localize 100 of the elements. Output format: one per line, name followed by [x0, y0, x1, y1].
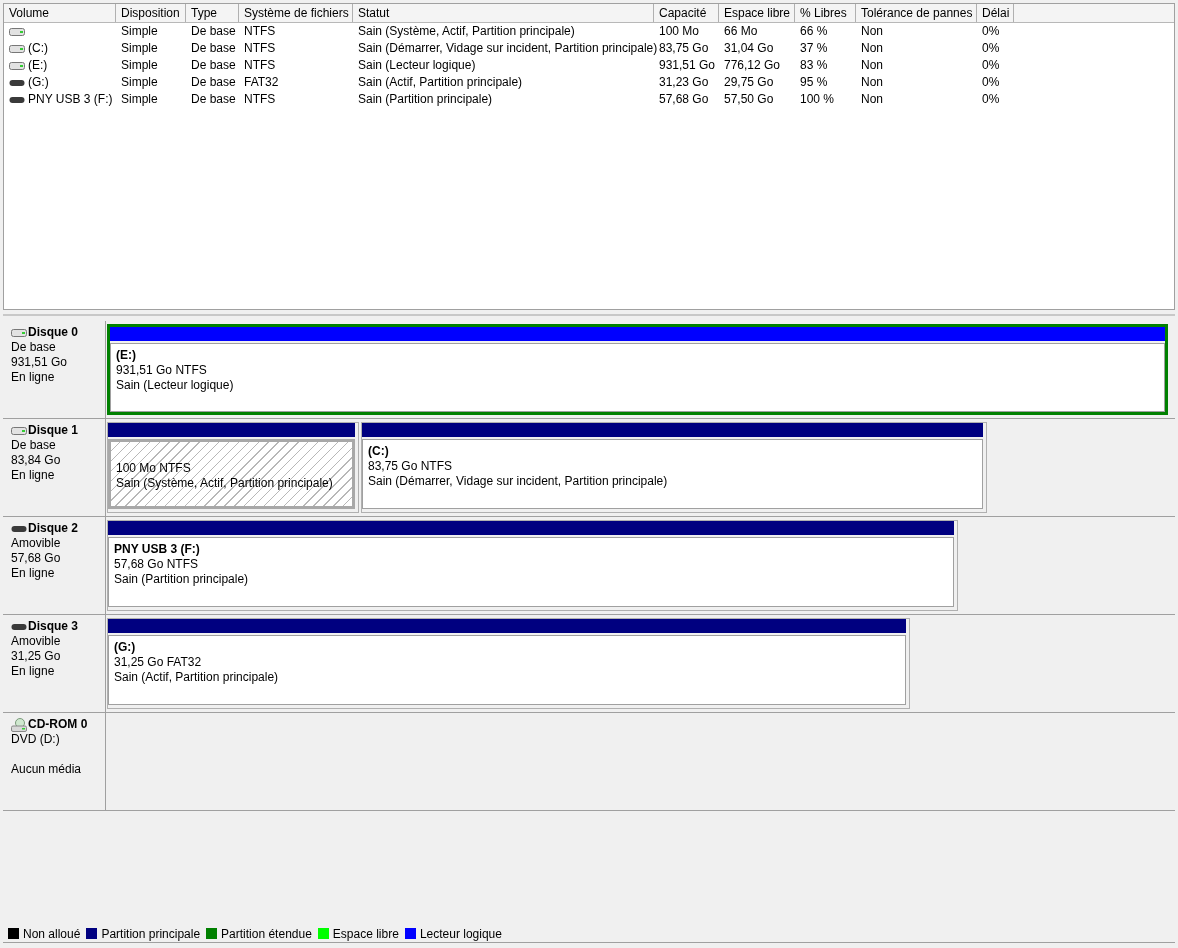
table-cell: 66 Mo: [724, 23, 758, 40]
disk-info: 57,68 Go: [11, 551, 62, 566]
partition-size: 31,25 Go FAT32: [114, 655, 203, 670]
table-cell: 29,75 Go: [724, 74, 774, 91]
table-cell: Non: [861, 57, 883, 74]
table-cell: 0%: [982, 23, 1000, 40]
legend-label: Espace libre: [332, 925, 399, 943]
table-cell: De base: [191, 57, 236, 74]
partition-status: Sain (Démarrer, Vidage sur incident, Partition principale): [368, 474, 669, 489]
column-header[interactable]: Disposition: [116, 4, 186, 22]
table-cell: De base: [191, 40, 236, 57]
table-cell: 95 %: [800, 74, 828, 91]
partition-size: 100 Mo NTFS: [116, 461, 192, 476]
hard-drive-icon: [9, 44, 25, 53]
legend-label: Lecteur logique: [419, 925, 502, 943]
table-cell: 66 %: [800, 23, 828, 40]
partition-size: 57,68 Go NTFS: [114, 557, 200, 572]
partition-block[interactable]: PNY USB 3 (F:) 57,68 Go NTFS Sain (Partition principale): [107, 520, 958, 611]
table-cell: De base: [191, 74, 236, 91]
table-cell: (C:): [28, 40, 48, 57]
table-cell: Sain (Partition principale): [358, 91, 493, 108]
hard-drive-icon: [11, 426, 27, 435]
disk-info: Amovible: [11, 536, 62, 551]
removable-drive-icon: [11, 524, 27, 533]
column-header[interactable]: Volume: [4, 4, 116, 22]
partition-block[interactable]: 100 Mo NTFS Sain (Système, Actif, Partition principale): [107, 422, 359, 513]
partition-size: 83,75 Go NTFS: [368, 459, 454, 474]
partition-status: Sain (Actif, Partition principale): [114, 670, 280, 685]
table-cell: 31,04 Go: [724, 40, 774, 57]
column-header[interactable]: % Libres: [795, 4, 856, 22]
hard-drive-icon: [11, 328, 27, 337]
hard-drive-icon: [9, 27, 25, 36]
removable-drive-icon: [9, 78, 25, 87]
disk-name: Disque 2: [28, 521, 78, 536]
partition-status: Sain (Système, Actif, Partition principale): [116, 476, 334, 491]
partition-size: 931,51 Go NTFS: [116, 363, 208, 378]
table-cell: 31,23 Go: [659, 74, 709, 91]
table-cell: Sain (Système, Actif, Partition principale): [358, 23, 575, 40]
partition-block[interactable]: (C:) 83,75 Go NTFS Sain (Démarrer, Vidage sur incident, Partition principale): [361, 422, 987, 513]
table-cell: 57,68 Go: [659, 91, 709, 108]
table-cell: 100 %: [800, 91, 835, 108]
partition-block[interactable]: (E:) 931,51 Go NTFS Sain (Lecteur logique): [107, 324, 1168, 415]
table-cell: NTFS: [244, 40, 276, 57]
hard-drive-icon: [9, 61, 25, 70]
disk-name: Disque 3: [28, 619, 78, 634]
table-cell: Simple: [121, 91, 158, 108]
table-cell: FAT32: [244, 74, 279, 91]
table-cell: Non: [861, 74, 883, 91]
table-cell: Simple: [121, 57, 158, 74]
legend-label: Non alloué: [23, 925, 81, 943]
disk-info: DVD (D:): [11, 732, 61, 747]
disk-info: 31,25 Go: [11, 649, 62, 664]
table-cell: Sain (Démarrer, Vidage sur incident, Partition principale): [358, 40, 658, 57]
table-cell: 37 %: [800, 40, 828, 57]
disk-info: En ligne: [11, 468, 56, 483]
table-cell: De base: [191, 23, 236, 40]
disk-info: Amovible: [11, 634, 62, 649]
column-header[interactable]: Capacité: [654, 4, 719, 22]
table-cell: Non: [861, 40, 883, 57]
disk-name: Disque 1: [28, 423, 78, 438]
disk-info: De base: [11, 340, 57, 355]
table-cell: 776,12 Go: [724, 57, 781, 74]
table-cell: NTFS: [244, 57, 276, 74]
table-cell: 100 Mo: [659, 23, 700, 40]
table-cell: Sain (Actif, Partition principale): [358, 74, 523, 91]
disk-name: Disque 0: [28, 325, 78, 340]
table-cell: 83,75 Go: [659, 40, 709, 57]
table-cell: Non: [861, 91, 883, 108]
removable-drive-icon: [9, 95, 25, 104]
partition-status: Sain (Partition principale): [114, 572, 250, 587]
table-cell: 0%: [982, 57, 1000, 74]
table-cell: NTFS: [244, 23, 276, 40]
legend-label: Partition principale: [101, 925, 201, 943]
disk-info: De base: [11, 438, 57, 453]
optical-drive-icon: [11, 717, 27, 732]
table-cell: 931,51 Go: [659, 57, 716, 74]
disk-info: 83,84 Go: [11, 453, 62, 468]
column-header[interactable]: Type: [186, 4, 239, 22]
table-cell: 0%: [982, 91, 1000, 108]
disk-info: Aucun média: [11, 762, 83, 777]
table-cell: 0%: [982, 40, 1000, 57]
table-cell: 0%: [982, 74, 1000, 91]
column-header[interactable]: Tolérance de pannes: [856, 4, 977, 22]
partition-block[interactable]: (G:) 31,25 Go FAT32 Sain (Actif, Partition principale): [107, 618, 910, 709]
partition-title: PNY USB 3 (F:): [114, 542, 201, 557]
table-cell: (G:): [28, 74, 49, 91]
table-cell: NTFS: [244, 91, 276, 108]
column-header[interactable]: Statut: [353, 4, 654, 22]
partition-title: (C:): [368, 444, 390, 459]
column-header[interactable]: Espace libre: [719, 4, 795, 22]
removable-drive-icon: [11, 622, 27, 631]
disk-info: 931,51 Go: [11, 355, 69, 370]
table-cell: (E:): [28, 57, 48, 74]
table-cell: PNY USB 3 (F:): [28, 91, 113, 108]
legend-label: Partition étendue: [221, 925, 312, 943]
disk-name: CD-ROM 0: [28, 717, 88, 732]
table-cell: 83 %: [800, 57, 828, 74]
column-header[interactable]: Délai: [977, 4, 1014, 22]
column-header[interactable]: Système de fichiers: [239, 4, 353, 22]
table-cell: Simple: [121, 74, 158, 91]
